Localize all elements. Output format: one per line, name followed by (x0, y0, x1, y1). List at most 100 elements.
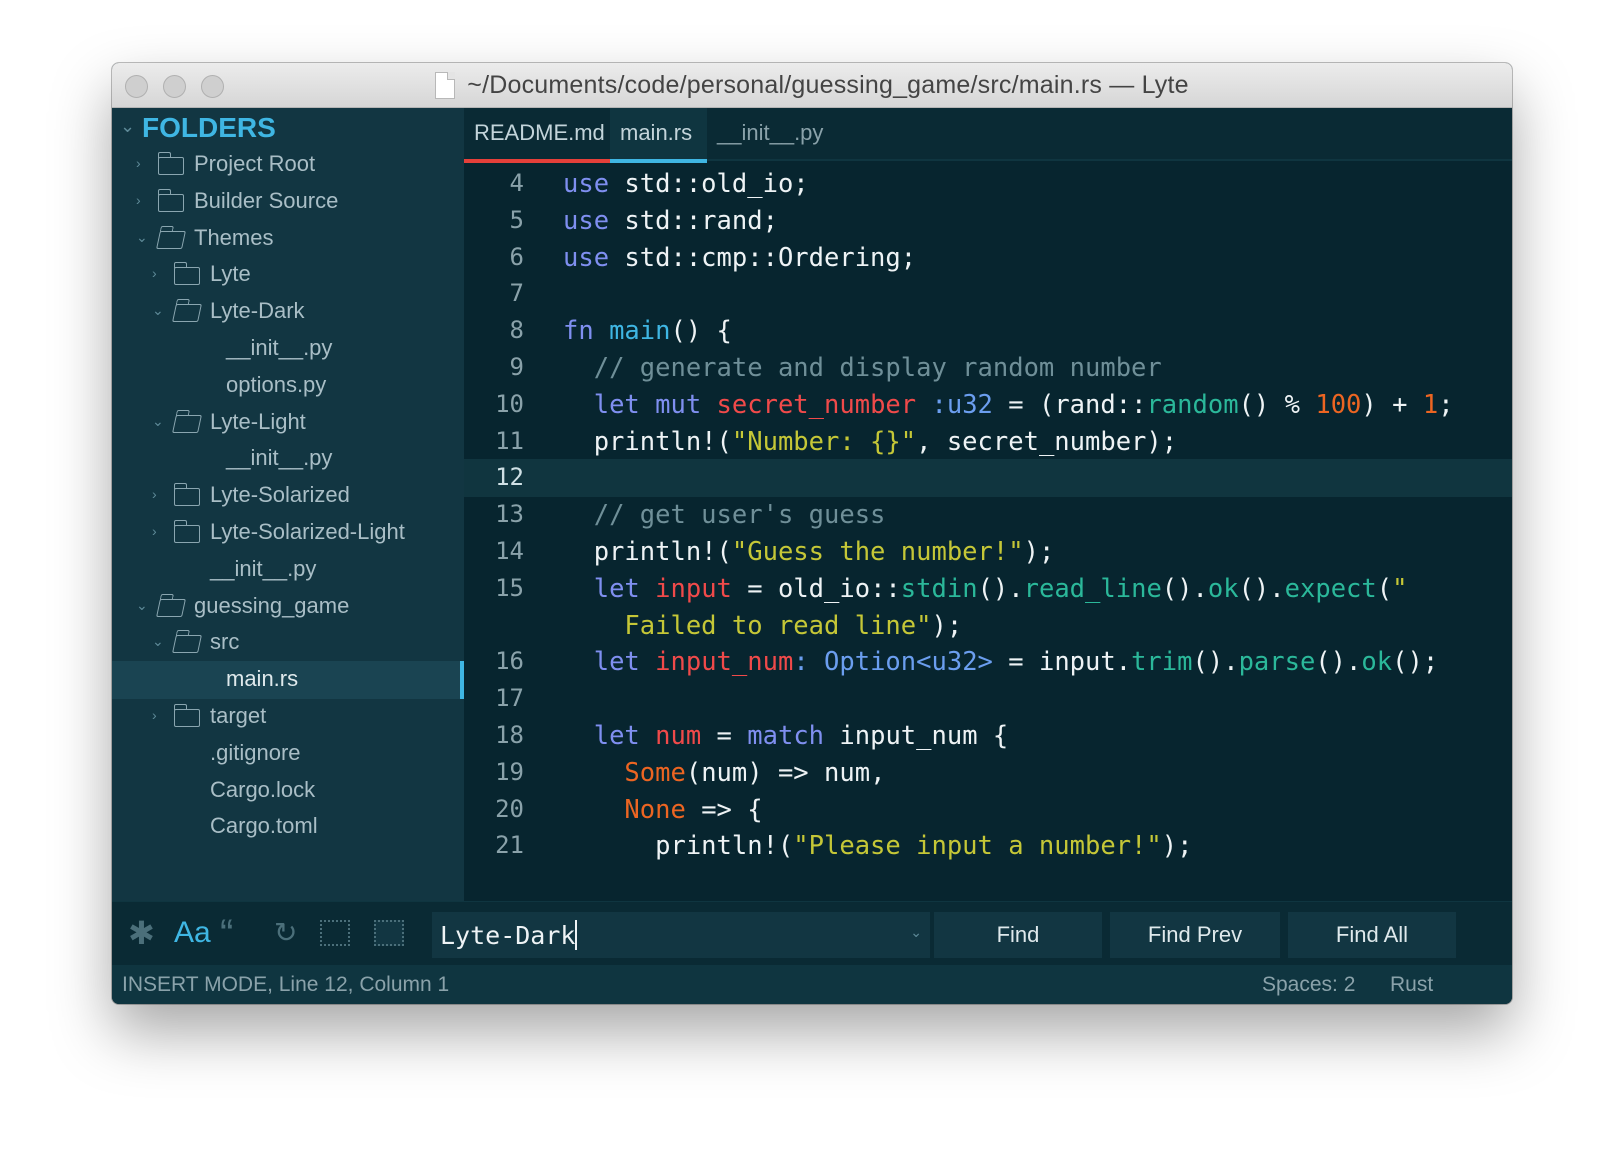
tree-item-label: Lyte-Solarized-Light (210, 519, 405, 544)
status-indentation[interactable]: Spaces: 2 (1262, 973, 1355, 997)
line-number: 15 (495, 573, 524, 602)
code-line[interactable]: 19 Some(num) => num, (464, 754, 1512, 792)
tree-item[interactable]: __init__.py (112, 330, 464, 368)
chevron-down-icon[interactable]: ⌄ (136, 229, 148, 246)
tree-item[interactable]: options.py (112, 367, 464, 405)
tree-item[interactable]: ⌄ guessing_game (112, 588, 464, 626)
code-line[interactable]: 6 use std::cmp::Ordering; (464, 239, 1512, 277)
wrap-icon[interactable]: ↻ (274, 916, 297, 949)
code-line[interactable]: 18 let num = match input_num { (464, 717, 1512, 755)
tree-item[interactable]: › Lyte-Solarized (112, 477, 464, 515)
chevron-right-icon[interactable]: › (152, 265, 157, 281)
tree-item[interactable]: › Project Root (112, 146, 464, 184)
tree-item[interactable]: › Builder Source (112, 183, 464, 221)
status-mode: INSERT MODE, Line 12, Column 1 (122, 973, 450, 996)
tab-label: README.md (474, 120, 605, 145)
chevron-right-icon[interactable]: › (152, 486, 157, 502)
tree-item-label: __init__.py (226, 335, 333, 360)
line-number: 8 (509, 316, 524, 345)
tree-item[interactable]: main.rs (112, 661, 464, 700)
code-line[interactable]: 8 fn main() { (464, 312, 1512, 350)
tree-item[interactable]: __init__.py (112, 551, 464, 589)
tree-item[interactable]: › Lyte (112, 256, 464, 294)
tree-item[interactable]: › Lyte-Solarized-Light (112, 514, 464, 552)
code-line[interactable]: 9 // generate and display random number (464, 349, 1512, 387)
tab-label: __init__.py (717, 120, 824, 145)
chevron-down-icon[interactable]: ⌄ (910, 924, 922, 941)
case-sensitive-icon[interactable]: Aa (174, 916, 211, 950)
chevron-down-icon[interactable]: ⌄ (152, 302, 164, 319)
tree-item-label: Builder Source (194, 187, 339, 213)
chevron-right-icon[interactable]: › (152, 707, 157, 723)
code-area[interactable]: 4 use std::old_io; 5 use std::rand; 6 use std… (464, 161, 1512, 901)
find-prev-button[interactable]: Find Prev (1110, 912, 1280, 958)
tree-item[interactable]: › target (112, 698, 464, 736)
status-syntax[interactable]: Rust (1390, 973, 1433, 997)
code-line[interactable]: 5 use std::rand; (464, 202, 1512, 240)
tree-item[interactable]: Cargo.toml (112, 808, 464, 846)
tree-item[interactable]: ⌄ Themes (112, 220, 464, 258)
line-number: 17 (495, 684, 524, 713)
code-line[interactable]: 17 (464, 680, 1512, 718)
tree-item-label: __init__.py (210, 555, 317, 581)
highlight-matches-icon[interactable] (374, 920, 404, 946)
line-number: 13 (495, 500, 524, 529)
tab-main-rs[interactable]: main.rs (610, 108, 707, 163)
tab-init-py[interactable]: __init__.py (707, 108, 837, 161)
code-line[interactable]: 21 println!("Please input a number!"); (464, 827, 1512, 865)
code-line[interactable]: 13 // get user's guess (464, 496, 1512, 534)
code-text: println!("Guess the number!"); (563, 537, 1055, 567)
tree-item-label: Lyte (210, 261, 251, 287)
tree-item[interactable]: .gitignore (112, 735, 464, 773)
code-line[interactable]: 15 let input = old_io::stdin().read_line… (464, 570, 1512, 608)
tab-readme[interactable]: README.md (464, 108, 610, 163)
code-line[interactable]: 16 let input_num: Option<u32> = input.tr… (464, 643, 1512, 681)
editor-pane: README.md main.rs __init__.py 4 use std::… (464, 108, 1512, 901)
code-line[interactable]: 7 (464, 275, 1512, 313)
code-line[interactable]: 10 let mut secret_number :u32 = (rand::r… (464, 386, 1512, 424)
code-line[interactable]: 12 (464, 459, 1512, 498)
editor-window: ~/Documents/code/personal/guessing_game/… (112, 63, 1512, 1004)
code-line[interactable]: 20 None => { (464, 791, 1512, 829)
line-number: 18 (495, 721, 524, 749)
regex-icon[interactable]: ✱ (128, 914, 155, 952)
whole-word-icon[interactable]: “ (220, 912, 233, 957)
title-bar[interactable]: ~/Documents/code/personal/guessing_game/… (112, 63, 1512, 108)
text-caret (575, 920, 578, 950)
chevron-down-icon[interactable]: ⌄ (136, 597, 148, 614)
tree-item[interactable]: __init__.py (112, 440, 464, 478)
chevron-down-icon: ⌄ (120, 116, 136, 136)
in-selection-icon[interactable] (320, 920, 350, 946)
tree-item-label: Lyte-Light (210, 408, 306, 434)
tree-item[interactable]: ⌄ Lyte-Light (112, 404, 464, 442)
chevron-right-icon[interactable]: › (136, 192, 141, 208)
find-all-button[interactable]: Find All (1288, 912, 1456, 958)
code-text: use std::old_io; (563, 169, 809, 199)
folder-icon (173, 520, 200, 543)
folders-header[interactable]: ⌄ FOLDERS (112, 108, 464, 146)
tree-item-label: guessing_game (194, 592, 350, 618)
chevron-right-icon[interactable]: › (136, 155, 141, 171)
tree-item-label: Cargo.lock (210, 776, 316, 802)
code-text: use std::rand; (563, 205, 778, 236)
line-number: 5 (509, 205, 524, 234)
chevron-down-icon[interactable]: ⌄ (152, 633, 164, 650)
find-button[interactable]: Find (934, 912, 1102, 958)
code-line[interactable]: 11 println!("Number: {}", secret_number)… (464, 423, 1512, 461)
window-title: ~/Documents/code/personal/guessing_game/… (467, 71, 1189, 99)
chevron-right-icon[interactable]: › (152, 523, 157, 539)
code-line[interactable]: 4 use std::old_io; (464, 165, 1512, 203)
tree-item[interactable]: ⌄ Lyte-Dark (112, 293, 464, 331)
find-input[interactable]: Lyte-Dark ⌄ (432, 912, 930, 958)
tree-item-label: Lyte-Dark (210, 298, 305, 324)
tree-item[interactable]: ⌄ src (112, 624, 464, 662)
code-line[interactable]: 14 println!("Guess the number!"); (464, 533, 1512, 571)
code-line[interactable]: Failed to read line"); (464, 607, 1512, 645)
tree-item[interactable]: Cargo.lock (112, 772, 464, 810)
tree-item-label: main.rs (226, 666, 299, 692)
tree-item-label: options.py (226, 371, 327, 397)
chevron-down-icon[interactable]: ⌄ (152, 413, 164, 430)
line-number: 10 (495, 389, 524, 418)
folder-open-icon (172, 635, 202, 654)
folder-icon (173, 704, 200, 727)
